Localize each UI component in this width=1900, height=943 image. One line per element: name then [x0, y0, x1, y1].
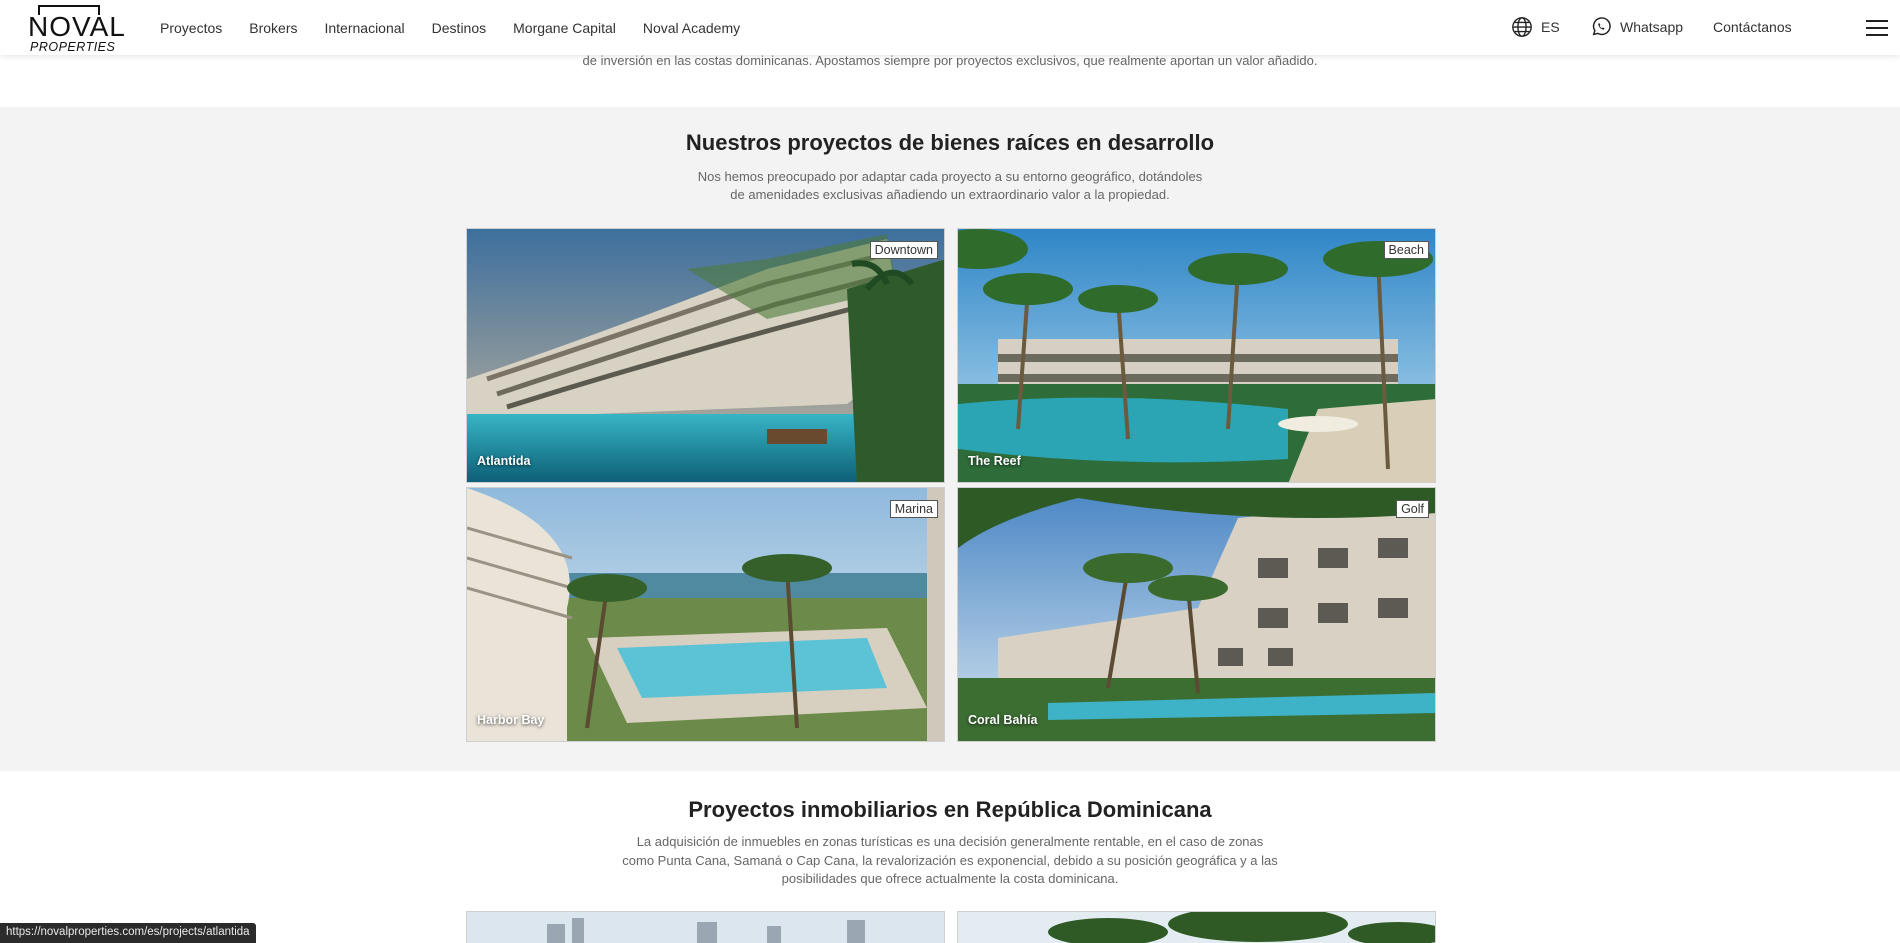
palm-image: [958, 912, 1435, 943]
the-reef-image: [958, 229, 1435, 482]
menu-icon[interactable]: [1866, 20, 1888, 38]
projects-subtitle-line2: de amenidades exclusivas añadiendo un ex…: [730, 187, 1170, 202]
whatsapp-label: Whatsapp: [1620, 19, 1684, 35]
logo-subtitle: PROPERTIES: [30, 40, 116, 54]
nav-brokers[interactable]: Brokers: [249, 20, 297, 36]
city-skyline-image: [467, 912, 944, 943]
whatsapp-icon: [1592, 17, 1611, 36]
logo-wordmark: NOVAL: [28, 11, 126, 42]
dominicana-paragraph: La adquisición de inmuebles en zonas tur…: [0, 833, 1900, 889]
nav-internacional[interactable]: Internacional: [324, 20, 404, 36]
status-bar-url: https://novalproperties.com/es/projects/…: [0, 923, 256, 943]
dominicana-title: Proyectos inmobiliarios en República Dom…: [688, 797, 1212, 822]
project-card-peek-right[interactable]: [957, 911, 1436, 943]
nav-proyectos[interactable]: Proyectos: [160, 20, 222, 36]
language-label: ES: [1541, 19, 1560, 35]
projects-title: Nuestros proyectos de bienes raíces en d…: [685, 130, 1215, 155]
dominicana-line-2: como Punta Cana, Samaná o Cap Cana, la r…: [622, 852, 1278, 868]
contact-link[interactable]: Contáctanos: [1713, 19, 1792, 35]
main-nav: Proyectos Brokers Internacional Destinos…: [160, 0, 767, 55]
project-tag-downtown: Downtown: [869, 241, 938, 259]
language-selector[interactable]: ES: [1511, 16, 1560, 38]
intro-paragraph: de inversión en las costas dominicanas. …: [582, 53, 1318, 68]
project-name-the-reef: The Reef: [968, 454, 1021, 468]
whatsapp-link[interactable]: Whatsapp: [1590, 16, 1683, 38]
project-card-harbor-bay[interactable]: Marina Harbor Bay: [466, 487, 945, 742]
noval-logo[interactable]: NOVAL PROPERTIES: [28, 5, 125, 54]
project-tag-golf: Golf: [1396, 500, 1429, 518]
project-card-atlantida[interactable]: Downtown Atlantida: [466, 228, 945, 483]
project-name-harbor-bay: Harbor Bay: [477, 713, 545, 727]
site-header: NOVAL PROPERTIES Proyectos Brokers Inter…: [0, 0, 1900, 55]
atlantida-image: [467, 229, 944, 482]
nav-destinos[interactable]: Destinos: [432, 20, 486, 36]
project-card-peek-left[interactable]: [466, 911, 945, 943]
nav-noval-academy[interactable]: Noval Academy: [643, 20, 740, 36]
dominicana-line-1: La adquisición de inmuebles en zonas tur…: [636, 834, 1264, 849]
project-card-coral-bahia[interactable]: Golf Coral Bahía: [957, 487, 1436, 742]
project-tag-marina: Marina: [889, 500, 938, 518]
projects-section: [0, 107, 1900, 771]
nav-morgane-capital[interactable]: Morgane Capital: [513, 20, 616, 36]
projects-subtitle-line1: Nos hemos preocupado por adaptar cada pr…: [697, 169, 1203, 184]
project-tag-beach: Beach: [1383, 241, 1429, 259]
project-name-atlantida: Atlantida: [477, 454, 531, 468]
project-card-the-reef[interactable]: Beach The Reef: [957, 228, 1436, 483]
project-name-coral-bahia: Coral Bahía: [968, 713, 1038, 727]
harbor-bay-image: [467, 488, 944, 741]
globe-icon: [1512, 17, 1532, 37]
dominicana-line-3: posibilidades que ofrece actualmente la …: [781, 871, 1119, 886]
coral-bahia-image: [958, 488, 1435, 741]
